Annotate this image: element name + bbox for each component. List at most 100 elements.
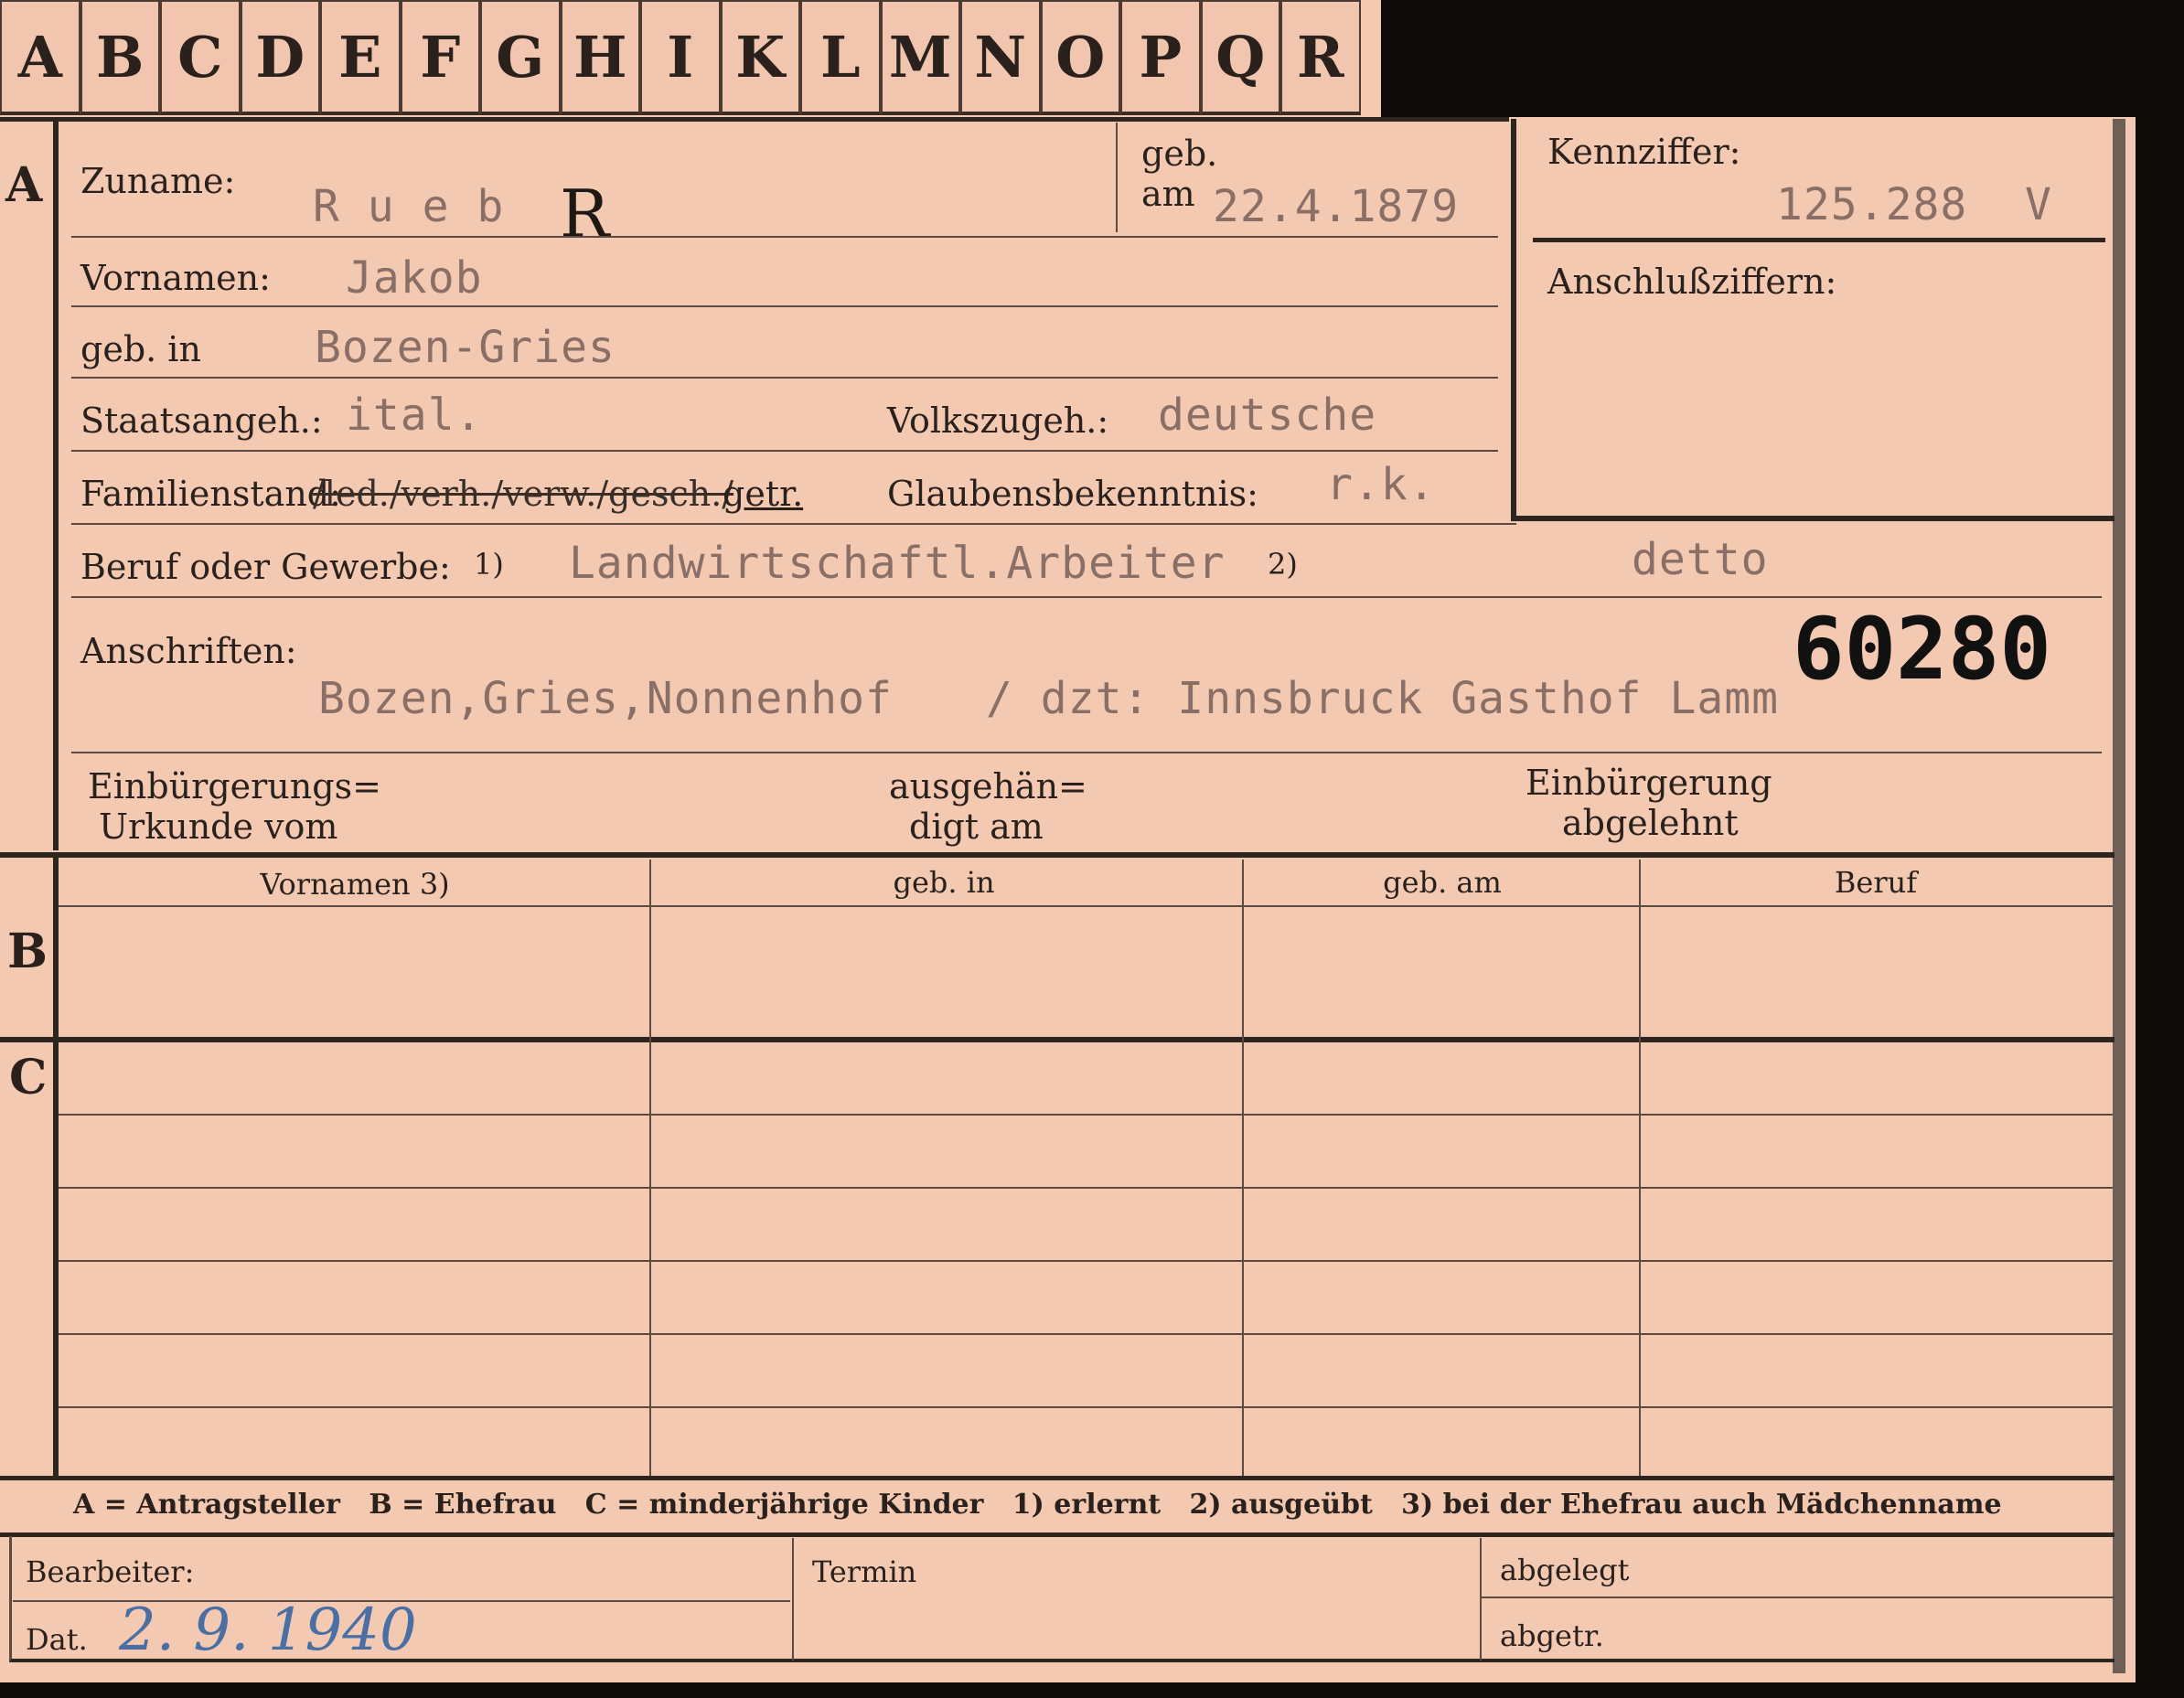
row-line	[71, 523, 1516, 525]
tab-letter[interactable]: H	[560, 0, 640, 115]
footer-line	[1482, 1597, 2114, 1598]
kennziffer-value: 125.288	[1776, 179, 1968, 230]
legend: A = Antragsteller B = Ehefrau C = minder…	[73, 1489, 2002, 1521]
tab-strip-background	[1381, 0, 2184, 117]
kennziffer-suffix: V	[2025, 179, 2052, 230]
firstnames-label: Vornamen:	[80, 258, 271, 298]
section-b-letter: B	[7, 924, 48, 979]
table-row-line	[59, 1187, 2113, 1189]
born-label-am: am	[1141, 174, 1195, 214]
occupation-note-1: 1)	[474, 547, 504, 582]
section-a-letter: A	[5, 157, 43, 213]
row-line	[71, 305, 1498, 307]
tab-letter[interactable]: E	[320, 0, 401, 115]
row-line	[71, 752, 2102, 753]
tab-letter[interactable]: D	[240, 0, 320, 115]
date-handwritten: 2. 9. 1940	[119, 1597, 417, 1664]
address-value-2: / dzt: Innsbruck Gasthof Lamm	[986, 673, 1780, 724]
tab-letter[interactable]: C	[160, 0, 241, 115]
section-b-top-border	[0, 852, 2114, 858]
refused-label-2: abgelehnt	[1562, 803, 1739, 843]
bearbeiter-label: Bearbeiter:	[26, 1554, 195, 1589]
tab-letter[interactable]: L	[800, 0, 881, 115]
address-label: Anschriften:	[80, 631, 297, 671]
ethnicity-label: Volkszugeh.:	[887, 400, 1109, 441]
surname-value: R u e b	[313, 181, 505, 232]
religion-value: r.k.	[1326, 459, 1436, 510]
table-header-firstnames: Vornamen 3)	[260, 867, 450, 902]
birthplace-value: Bozen-Gries	[315, 322, 616, 373]
footer-divider	[1480, 1538, 1482, 1661]
born-divider	[1116, 123, 1118, 232]
row-line	[71, 596, 2102, 598]
row-line	[71, 450, 1498, 452]
tab-letter[interactable]: Q	[1200, 0, 1280, 115]
family-status-options: /led./verh./verw./gesch./	[313, 474, 734, 514]
kennziffer-label: Kennziffer:	[1547, 132, 1741, 172]
family-status-value: getr.	[723, 474, 804, 514]
footer-divider	[792, 1538, 794, 1661]
tab-letter[interactable]: O	[1040, 0, 1120, 115]
section-divider	[53, 119, 59, 850]
handed-label-2: digt am	[909, 806, 1044, 847]
occupation-label: Beruf oder Gewerbe:	[80, 547, 451, 587]
tab-letter[interactable]: K	[720, 0, 800, 115]
refused-label-1: Einbürgerung	[1526, 763, 1772, 803]
occupation-note-2: 2)	[1268, 547, 1298, 582]
tab-letter[interactable]: G	[480, 0, 561, 115]
anschluss-label: Anschlußziffern:	[1547, 262, 1837, 302]
born-date-value: 22.4.1879	[1213, 181, 1460, 232]
table-header-line	[59, 905, 2113, 907]
section-c-top-border	[0, 1037, 2114, 1042]
section-a-top-border	[0, 117, 1509, 122]
tab-letter[interactable]: N	[960, 0, 1041, 115]
registration-card: ABCDEFGHIKLMNOPQR A Zuname: R u e b R ge…	[0, 0, 2184, 1682]
row-line	[71, 236, 1498, 238]
handed-label-1: ausgehän=	[889, 766, 1087, 806]
birthplace-label: geb. in	[80, 329, 201, 369]
occupation-value-2: detto	[1632, 534, 1769, 585]
date-label: Dat.	[26, 1622, 88, 1657]
table-header-occupation: Beruf	[1834, 865, 1918, 900]
table-row-line	[59, 1406, 2113, 1408]
ethnicity-value: deutsche	[1158, 390, 1377, 441]
section-divider	[53, 1041, 59, 1476]
surname-mark: R	[560, 176, 610, 252]
table-row-line	[59, 1114, 2113, 1116]
occupation-value: Landwirtschaftl.Arbeiter	[569, 538, 1226, 589]
table-column-line	[1242, 860, 1244, 1476]
table-row-line	[59, 1260, 2113, 1262]
termin-label: Termin	[812, 1554, 917, 1589]
tab-letter[interactable]: B	[80, 0, 160, 115]
tab-letter[interactable]: I	[640, 0, 721, 115]
abgetr-label: abgetr.	[1500, 1618, 1604, 1653]
abgelegt-label: abgelegt	[1500, 1553, 1630, 1587]
section-c-letter: C	[9, 1050, 48, 1105]
table-column-line	[649, 860, 651, 1476]
legend-top-border	[0, 1476, 2114, 1480]
tab-letter[interactable]: M	[880, 0, 960, 115]
family-status-label: Familienstand:	[80, 474, 341, 514]
card-right-edge	[2113, 119, 2125, 1673]
table-column-line	[1639, 860, 1641, 1476]
row-line	[71, 377, 1498, 379]
naturalization-label-2: Urkunde vom	[99, 806, 338, 847]
table-header-birthdate: geb. am	[1383, 865, 1502, 900]
tab-letter[interactable]: F	[400, 0, 480, 115]
tab-letter[interactable]: R	[1280, 0, 1361, 115]
firstnames-value: Jakob	[346, 252, 483, 304]
born-label-geb: geb.	[1141, 133, 1218, 174]
tab-letter[interactable]: P	[1120, 0, 1201, 115]
surname-label: Zuname:	[80, 161, 236, 201]
naturalization-label-1: Einbürgerungs=	[88, 766, 381, 806]
table-row-line	[59, 1333, 2113, 1335]
tab-letter[interactable]: A	[0, 0, 80, 115]
citizenship-label: Staatsangeh.:	[80, 400, 323, 441]
address-value: Bozen,Gries,Nonnenhof	[318, 673, 893, 724]
table-header-birthplace: geb. in	[893, 865, 995, 900]
section-divider	[53, 856, 59, 1037]
alphabet-tabs: ABCDEFGHIKLMNOPQR	[0, 0, 1381, 117]
religion-label: Glaubensbekenntnis:	[887, 474, 1258, 514]
kennziffer-divider	[1533, 238, 2105, 242]
citizenship-value: ital.	[346, 390, 483, 441]
